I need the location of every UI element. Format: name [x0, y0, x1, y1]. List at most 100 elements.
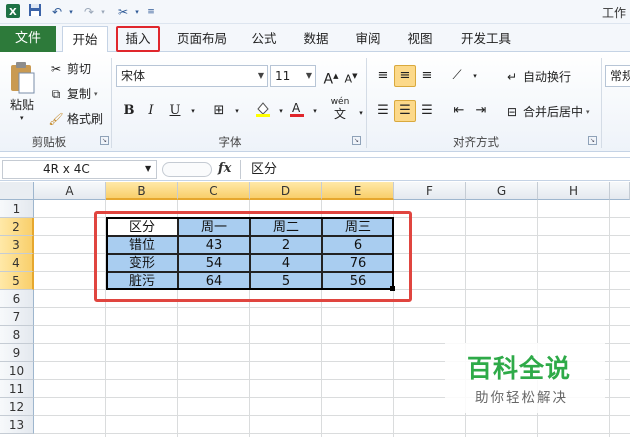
alignment-launcher-icon[interactable]: ↘	[588, 136, 597, 145]
tab-home[interactable]: 开始	[62, 26, 108, 53]
name-box[interactable]: 4R x 4C	[2, 160, 157, 179]
copy-label: 复制	[67, 87, 92, 101]
font-launcher-icon[interactable]: ↘	[352, 136, 361, 145]
column-header-a[interactable]: A	[34, 182, 106, 200]
copy-icon: ⧉	[51, 86, 61, 101]
name-box-dropdown-icon[interactable]: ▼	[145, 164, 151, 173]
svg-text:X: X	[9, 7, 17, 18]
tab-page-layout[interactable]: 页面布局	[172, 26, 232, 52]
number-format-select[interactable]: 常规	[605, 65, 630, 87]
tab-view[interactable]: 视图	[402, 26, 438, 52]
orientation-dropdown-icon[interactable]: ▾	[464, 65, 486, 87]
formula-bar-handle[interactable]	[162, 162, 212, 177]
wrap-text-label: 自动换行	[523, 70, 572, 84]
group-divider	[366, 58, 367, 148]
group-divider	[111, 58, 112, 148]
copy-button[interactable]: ⧉ 复制 ▾	[48, 85, 98, 102]
tab-data[interactable]: 数据	[298, 26, 334, 52]
customize-quick-access-icon[interactable]: ≡	[142, 3, 160, 21]
wrap-text-button[interactable]: ↵ 自动换行	[504, 68, 571, 85]
column-header-h[interactable]: H	[538, 182, 610, 200]
column-header-d[interactable]: D	[250, 182, 322, 200]
align-middle-button[interactable]: ≡	[394, 65, 416, 87]
phonetic-button[interactable]: wén 文	[328, 96, 352, 121]
column-header-i[interactable]	[610, 182, 630, 200]
wrap-text-icon: ↵	[506, 69, 518, 84]
chevron-down-icon: ▼	[257, 71, 264, 80]
decrease-indent-button[interactable]: ⇤	[448, 100, 470, 122]
font-size-value: 11	[275, 69, 291, 83]
bold-button[interactable]: B	[118, 100, 140, 122]
redo-dropdown-icon[interactable]: ▾	[94, 3, 112, 21]
shrink-font-button[interactable]: A▼	[340, 65, 362, 87]
row-header-8[interactable]: 8	[0, 326, 34, 344]
cut-button[interactable]: ✂ 剪切	[48, 60, 91, 77]
tab-review[interactable]: 审阅	[350, 26, 386, 52]
save-icon[interactable]	[26, 3, 44, 21]
format-painter-button[interactable]: 🖌 格式刷	[48, 110, 103, 127]
borders-dropdown-icon[interactable]: ▾	[226, 100, 248, 122]
column-header-c[interactable]: C	[178, 182, 250, 200]
undo-dropdown-icon[interactable]: ▾	[62, 3, 80, 21]
row-header-4[interactable]: 4	[0, 254, 34, 272]
scissors-icon: ✂	[50, 61, 62, 76]
ribbon-home: 粘贴 ▾ ✂ 剪切 ⧉ 复制 ▾ 🖌 格式刷 剪贴板 ↘ 宋体 ▼ 11 ▼ A▲ A▼ B…	[0, 52, 630, 152]
grow-font-button[interactable]: A▲	[320, 65, 342, 88]
clipboard-launcher-icon[interactable]: ↘	[100, 136, 109, 145]
svg-text:A: A	[292, 101, 301, 115]
row-header-12[interactable]: 12	[0, 398, 34, 416]
tab-file[interactable]: 文件	[0, 26, 56, 52]
row-header-2[interactable]: 2	[0, 218, 34, 236]
font-name-value: 宋体	[121, 69, 146, 83]
merge-center-button[interactable]: ⊟ 合并后居中 ▾	[504, 103, 590, 120]
align-left-button[interactable]: ☰	[372, 100, 394, 122]
paste-button[interactable]: 粘贴	[10, 96, 34, 113]
row-header-6[interactable]: 6	[0, 290, 34, 308]
font-name-select[interactable]: 宋体 ▼	[116, 65, 268, 87]
paste-dropdown-icon[interactable]: ▾	[20, 114, 24, 122]
gridline	[34, 433, 630, 434]
title-bar: X ↶ ▾ ↷ ▾ ✂ ▾ ≡ 工作	[0, 0, 630, 24]
tab-formulas[interactable]: 公式	[246, 26, 282, 52]
cut-label: 剪切	[67, 62, 92, 76]
increase-indent-button[interactable]: ⇥	[470, 100, 492, 122]
ribbon-tabs: 文件 开始 插入 页面布局 公式 数据 审阅 视图 开发工具	[0, 24, 630, 53]
paste-button-icon[interactable]	[8, 58, 42, 98]
phonetic-dropdown-icon[interactable]: ▾	[350, 102, 372, 124]
excel-logo-icon: X	[4, 3, 22, 21]
insert-function-icon[interactable]: fx	[218, 161, 231, 176]
row-header-5[interactable]: 5	[0, 272, 34, 290]
merge-cells-icon: ⊟	[506, 104, 518, 119]
row-header-9[interactable]: 9	[0, 344, 34, 362]
column-header-b[interactable]: B	[106, 182, 178, 200]
font-color-dropdown-icon[interactable]: ▾	[304, 100, 326, 122]
underline-dropdown-icon[interactable]: ▾	[182, 100, 204, 122]
alignment-group-label: 对齐方式	[453, 135, 499, 149]
row-header-11[interactable]: 11	[0, 380, 34, 398]
font-size-select[interactable]: 11 ▼	[270, 65, 316, 87]
phonetic-bottom-text: 文	[333, 107, 346, 121]
align-bottom-button[interactable]: ≡	[416, 65, 438, 87]
watermark-logo: 百科全说 助你轻松解决	[445, 343, 605, 413]
copy-dropdown-icon: ▾	[94, 89, 98, 98]
row-header-10[interactable]: 10	[0, 362, 34, 380]
row-header-13[interactable]: 13	[0, 416, 34, 434]
paste-label: 粘贴	[10, 98, 35, 112]
column-header-e[interactable]: E	[322, 182, 394, 200]
merge-center-label: 合并后居中	[523, 105, 584, 119]
align-center-button[interactable]: ☰	[394, 100, 416, 122]
formula-input[interactable]: 区分	[240, 160, 630, 179]
row-header-7[interactable]: 7	[0, 308, 34, 326]
italic-button[interactable]: I	[140, 100, 162, 122]
align-right-button[interactable]: ☰	[416, 100, 438, 122]
column-header-g[interactable]: G	[466, 182, 538, 200]
align-top-button[interactable]: ≡	[372, 65, 394, 87]
tab-developer[interactable]: 开发工具	[455, 26, 517, 52]
row-header-1[interactable]: 1	[0, 200, 34, 218]
select-all-corner[interactable]	[0, 182, 34, 200]
row-header-3[interactable]: 3	[0, 236, 34, 254]
grow-font-icon: A	[323, 71, 334, 88]
tab-insert[interactable]: 插入	[116, 26, 160, 52]
column-header-f[interactable]: F	[394, 182, 466, 200]
group-divider	[601, 58, 602, 148]
